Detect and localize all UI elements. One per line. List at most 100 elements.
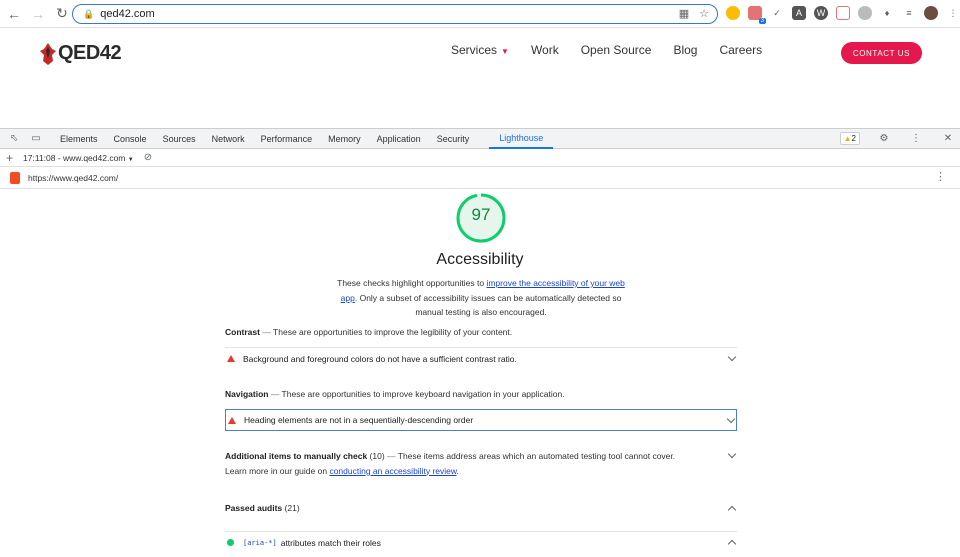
nav-open-source[interactable]: Open Source (581, 43, 652, 57)
bookmark-star-icon[interactable]: ☆ (699, 7, 709, 20)
tab-lighthouse[interactable]: Lighthouse (489, 129, 554, 149)
dropdown-caret-icon: ▼ (127, 156, 134, 163)
tab-security[interactable]: Security (429, 129, 478, 149)
address-bar[interactable]: 🔒 qed42.com ▦ ☆ (72, 4, 718, 24)
expand-chevron-icon[interactable] (727, 352, 737, 362)
nav-services[interactable]: Services ▼ (451, 43, 509, 57)
clear-reports-icon[interactable]: ⊘ (144, 152, 152, 163)
navigation-group-title: Navigation (225, 389, 269, 399)
qr-code-icon[interactable]: ▦ (679, 7, 689, 20)
report-selector[interactable]: 17:11:08 - www.qed42.com ▼ (23, 153, 134, 163)
manual-checks-group[interactable]: Additional items to manually check (10) … (225, 449, 737, 478)
calendar-extension-icon[interactable] (836, 6, 850, 20)
manual-checks-description: These items address areas which an autom… (397, 451, 676, 461)
chrome-extension-icon[interactable] (726, 6, 740, 20)
cast-extension-icon[interactable] (858, 6, 872, 20)
settings-gear-icon[interactable]: ⚙ (876, 131, 892, 145)
passed-audits-group[interactable]: Passed audits (21) (225, 503, 737, 515)
audit-heading-order-title: Heading elements are not in a sequential… (244, 415, 474, 425)
nav-blog[interactable]: Blog (673, 43, 697, 57)
tab-console[interactable]: Console (106, 129, 155, 149)
browser-toolbar: ← → ↻ 🔒 qed42.com ▦ ☆ 3 ✓ A W ♦ ≡ ⋮ (0, 0, 960, 28)
score-value: 97 (471, 205, 491, 224)
category-description: These checks highlight opportunities to … (330, 276, 632, 320)
new-report-plus-icon[interactable]: + (6, 151, 13, 165)
fail-triangle-icon (227, 355, 235, 362)
tab-application[interactable]: Application (369, 129, 429, 149)
extension-badge-icon[interactable]: 3 (748, 6, 766, 24)
warnings-count: 2 (851, 133, 856, 143)
contact-us-button[interactable]: CONTACT US (841, 42, 922, 64)
nav-careers[interactable]: Careers (719, 43, 762, 57)
expand-chevron-icon[interactable] (727, 449, 737, 459)
site-logo[interactable]: QED42 (40, 42, 122, 65)
lighthouse-report: 97 Accessibility These checks highlight … (0, 191, 960, 557)
navigation-group-header: Navigation — These are opportunities to … (225, 389, 565, 399)
checkmark-extension-icon[interactable]: ✓ (770, 6, 784, 20)
reading-list-icon[interactable]: ≡ (902, 6, 916, 20)
report-url-bar: https://www.qed42.com/ ⋮ (0, 167, 960, 189)
tab-sources[interactable]: Sources (155, 129, 204, 149)
expand-chevron-icon[interactable] (726, 414, 736, 424)
audit-contrast-title: Background and foreground colors do not … (243, 353, 517, 364)
extension-badge-count: 3 (758, 18, 766, 24)
contrast-group-header: Contrast — These are opportunities to im… (225, 327, 513, 337)
description-text: These checks highlight opportunities to (337, 278, 487, 288)
contrast-group-description: These are opportunities to improve the l… (273, 327, 513, 337)
forward-arrow-icon[interactable]: → (28, 4, 48, 24)
device-toolbar-icon[interactable]: ▭ (28, 132, 44, 146)
tab-memory[interactable]: Memory (320, 129, 369, 149)
collapse-chevron-icon[interactable] (727, 505, 737, 515)
warnings-badge[interactable]: ▲2 (839, 131, 860, 145)
devtools-menu-icon[interactable]: ⋮ (908, 131, 924, 145)
report-url: https://www.qed42.com/ (28, 172, 119, 183)
accessibility-review-link[interactable]: conducting an accessibility review (329, 466, 456, 476)
address-bar-url: qed42.com (100, 8, 155, 20)
devtools-panel: ⬁ ▭ Elements Console Sources Network Per… (0, 128, 960, 556)
nav-work[interactable]: Work (531, 43, 559, 57)
tab-elements[interactable]: Elements (52, 129, 106, 149)
warning-icon: ▲ (843, 133, 852, 143)
navigation-group-description: These are opportunities to improve keybo… (281, 389, 565, 399)
wordpress-extension-icon[interactable]: W (814, 6, 828, 20)
logo-flame-icon (40, 42, 56, 65)
inspect-element-icon[interactable]: ⬁ (6, 132, 22, 146)
collapse-chevron-icon[interactable] (727, 539, 737, 549)
lighthouse-logo-icon (10, 171, 20, 184)
lock-icon: 🔒 (83, 8, 95, 19)
fail-triangle-icon (228, 416, 236, 424)
audit-contrast[interactable]: Background and foreground colors do not … (225, 347, 737, 369)
website-header: QED42 Services ▼ Work Open Source Blog Ca… (0, 28, 960, 128)
back-arrow-icon[interactable]: ← (4, 4, 24, 24)
caret-down-icon: ▼ (501, 47, 509, 56)
report-menu-icon[interactable]: ⋮ (935, 170, 946, 183)
manual-learn-more-text: Learn more in our guide on (225, 465, 330, 476)
devtools-tab-bar: ⬁ ▭ Elements Console Sources Network Per… (0, 129, 960, 149)
audit-aria-code: [aria-*] (243, 538, 277, 547)
avatar[interactable] (924, 6, 938, 20)
browser-menu-icon[interactable]: ⋮ (946, 6, 960, 20)
audit-heading-order[interactable]: Heading elements are not in a sequential… (225, 409, 737, 431)
description-text-end: . Only a subset of accessibility issues … (354, 292, 622, 318)
reload-icon[interactable]: ↻ (52, 4, 72, 24)
tab-performance[interactable]: Performance (253, 129, 321, 149)
manual-learn-more-end: . (456, 465, 459, 476)
pass-circle-icon (227, 539, 234, 546)
report-selector-label: 17:11:08 - www.qed42.com (23, 152, 126, 163)
manual-checks-count: (10) (369, 451, 385, 461)
tab-network[interactable]: Network (204, 129, 253, 149)
nav-services-label: Services (451, 43, 498, 57)
audit-aria-roles-title: attributes match their roles (280, 537, 381, 548)
logo-text: QED42 (58, 42, 122, 64)
passed-audits-title: Passed audits (225, 503, 283, 513)
passed-audits-count: (21) (284, 503, 300, 513)
manual-checks-title: Additional items to manually check (225, 451, 368, 461)
a-extension-icon[interactable]: A (792, 6, 806, 20)
audit-aria-roles[interactable]: [aria-*] attributes match their roles (225, 531, 737, 553)
contrast-group-title: Contrast (225, 327, 260, 337)
category-title: Accessibility (436, 251, 524, 268)
site-navigation: Services ▼ Work Open Source Blog Careers (451, 43, 762, 57)
puzzle-extensions-icon[interactable]: ♦ (880, 6, 894, 20)
close-devtools-icon[interactable]: ✕ (940, 131, 956, 145)
lighthouse-toolbar: + 17:11:08 - www.qed42.com ▼ ⊘ (0, 149, 960, 167)
